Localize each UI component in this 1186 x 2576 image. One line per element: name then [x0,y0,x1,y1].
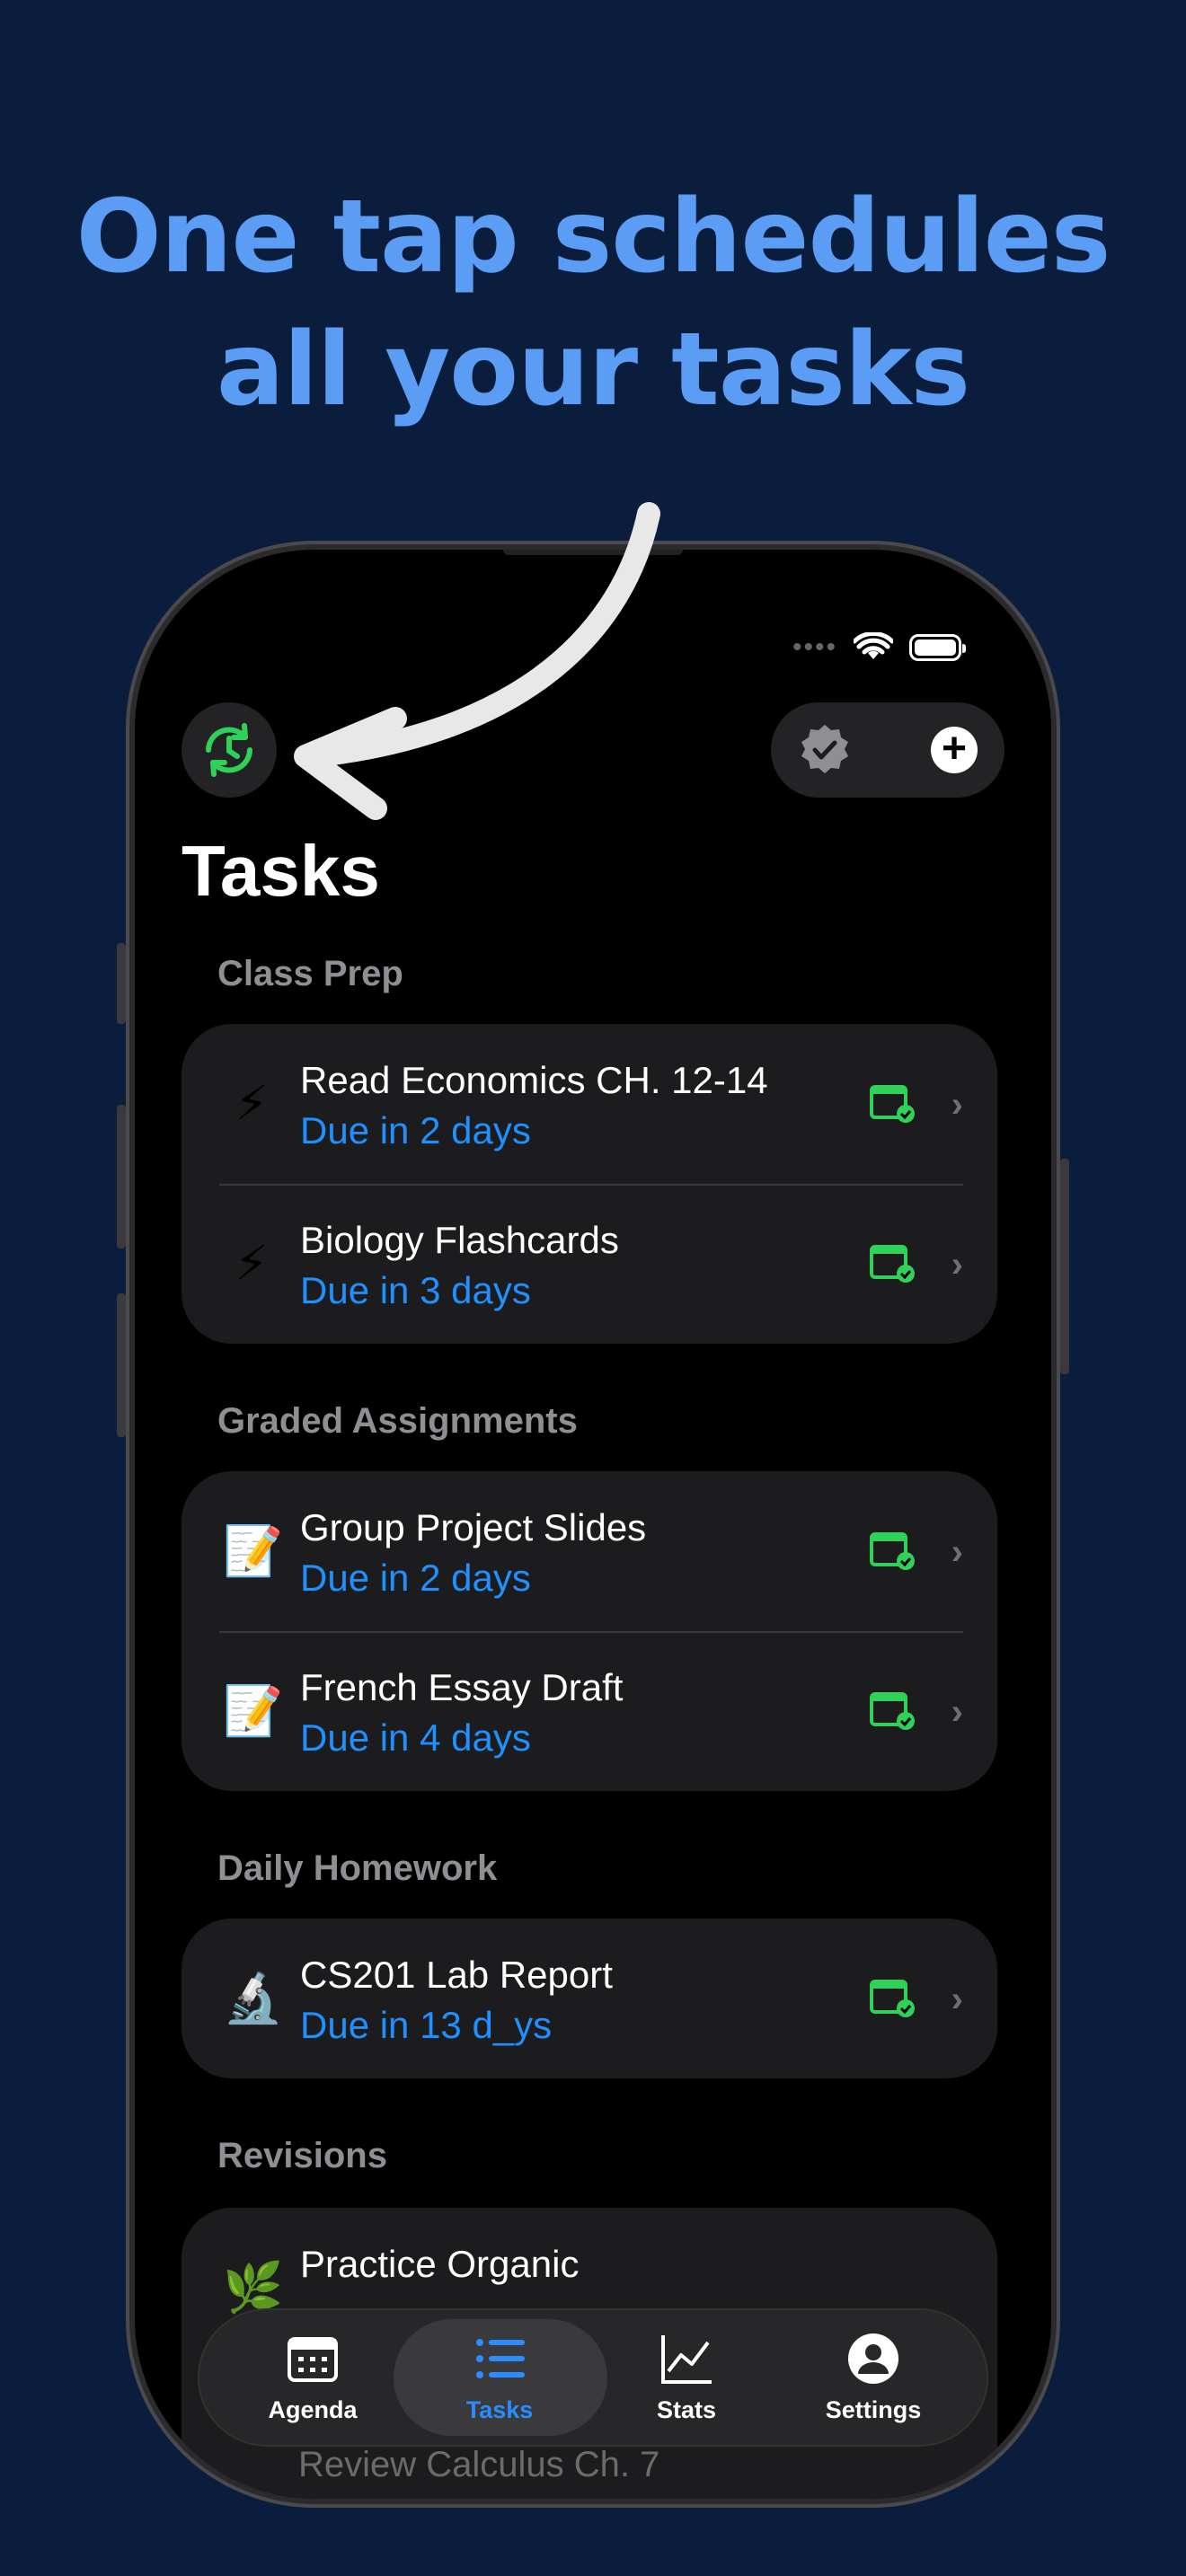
annotation-arrow [294,502,660,820]
